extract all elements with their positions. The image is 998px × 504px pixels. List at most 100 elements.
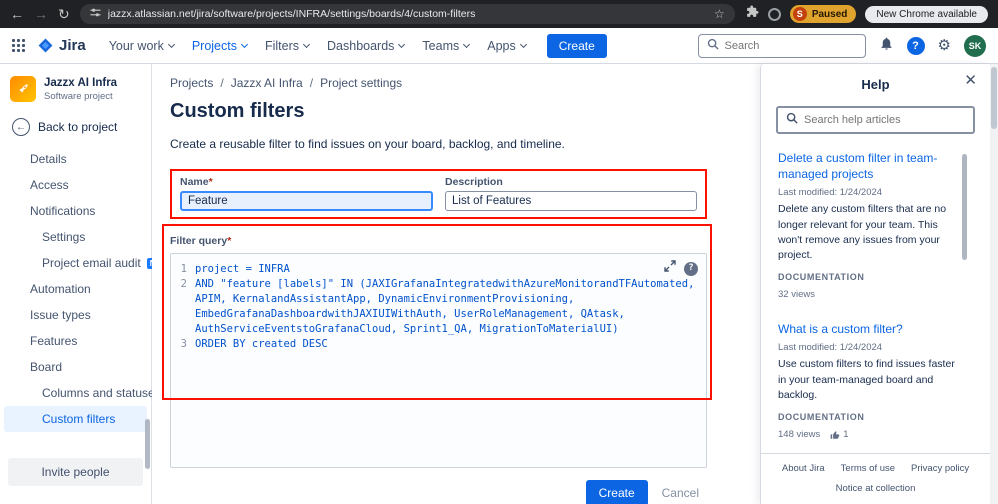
jql-code: ORDER BY created DESC: [195, 338, 328, 350]
jira-logo-icon: [38, 38, 53, 53]
description-field[interactable]: [445, 191, 697, 211]
sidebar-item-details[interactable]: Details: [4, 146, 147, 172]
page-scrollbar-thumb[interactable]: [991, 67, 997, 129]
breadcrumb-projects[interactable]: Projects: [170, 76, 213, 90]
jira-logo[interactable]: Jira: [37, 37, 86, 54]
project-name: Jazzx AI Infra: [44, 77, 118, 90]
annotation-box-fields: Name* Description: [170, 169, 707, 219]
jira-wordmark: Jira: [59, 37, 86, 54]
required-asterisk: *: [208, 176, 213, 188]
search-icon: [786, 111, 798, 129]
expand-editor-icon[interactable]: [664, 260, 676, 277]
settings-menu: Details Access Notifications Settings Pr…: [0, 146, 173, 450]
browser-actions: S Paused New Chrome available: [746, 5, 988, 23]
privacy-policy-link[interactable]: Privacy policy: [911, 463, 969, 474]
url-text[interactable]: jazzx.atlassian.net/jira/software/projec…: [108, 8, 707, 20]
article-link[interactable]: What is a custom filter?: [778, 321, 960, 337]
article-body: Use custom filters to find issues faster…: [778, 358, 955, 401]
sidebar-item-access[interactable]: Access: [4, 172, 147, 198]
breadcrumb-project[interactable]: Jazzx AI Infra: [213, 76, 303, 90]
settings-gear-icon[interactable]: ⚙: [938, 38, 951, 53]
browser-profile-icon[interactable]: [767, 7, 781, 21]
sidebar-item-notifications[interactable]: Notifications: [4, 198, 147, 224]
back-to-project[interactable]: ← Back to project: [0, 118, 151, 136]
sidebar-item-project-email-audit[interactable]: Project email auditNEW: [4, 250, 173, 276]
address-bar[interactable]: jazzx.atlassian.net/jira/software/projec…: [79, 4, 735, 24]
invite-people-button[interactable]: Invite people: [8, 458, 143, 486]
jql-line: 2 AND "feature [labels]" IN (JAXIGrafana…: [175, 277, 698, 337]
article-tag: DOCUMENTATION: [778, 412, 865, 423]
sidebar-item-board[interactable]: Board: [4, 354, 147, 380]
article-tag: DOCUMENTATION: [778, 272, 865, 283]
help-panel: Help ✕ Delete a custom filter in team-ma…: [760, 64, 990, 504]
name-field[interactable]: [180, 191, 433, 211]
chevron-down-icon: [519, 40, 527, 48]
bookmark-star-icon[interactable]: ☆: [714, 7, 725, 21]
browser-toolbar: ← → ↻ jazzx.atlassian.net/jira/software/…: [0, 0, 998, 28]
browser-forward-icon[interactable]: →: [34, 7, 48, 21]
sync-paused-badge[interactable]: S Paused: [789, 5, 857, 23]
sidebar-item-issue-types[interactable]: Issue types: [4, 302, 147, 328]
main-content: Projects Jazzx AI Infra Project settings…: [152, 64, 760, 504]
jql-line: 3 ORDER BY created DESC: [175, 337, 698, 352]
article-views: 32 views: [778, 289, 815, 301]
paused-label: Paused: [811, 8, 848, 20]
query-help-icon[interactable]: ?: [684, 261, 698, 276]
global-search[interactable]: [697, 33, 866, 58]
custom-filter-form: Name* Description Filter query* 1 pro: [162, 169, 712, 504]
notifications-bell-icon[interactable]: [879, 36, 894, 56]
nav-teams[interactable]: Teams: [417, 35, 474, 57]
sidebar-item-custom-filters[interactable]: Custom filters: [4, 406, 147, 432]
editor-tools: ?: [664, 260, 698, 277]
jira-top-nav: Jira Your work Projects Filters Dashboar…: [0, 28, 998, 64]
name-label: Name*: [180, 176, 213, 188]
article-views: 148 views: [778, 429, 821, 441]
create-filter-button[interactable]: Create: [585, 480, 648, 504]
help-article: What is a custom filter? Last modified: …: [778, 321, 960, 440]
project-avatar: [10, 76, 36, 102]
help-footer: About Jira Terms of use Privacy policy N…: [761, 453, 990, 504]
article-link[interactable]: Delete a custom filter in team-managed p…: [778, 150, 960, 182]
browser-back-icon[interactable]: ←: [10, 7, 24, 21]
project-settings-sidebar: Jazzx AI Infra Software project ← Back t…: [0, 64, 173, 504]
global-create-button[interactable]: Create: [546, 33, 607, 58]
new-chrome-available-button[interactable]: New Chrome available: [865, 5, 988, 23]
jql-code: project = INFRA: [195, 263, 290, 275]
breadcrumb-project-settings[interactable]: Project settings: [303, 76, 402, 90]
sidebar-item-automation[interactable]: Automation: [4, 276, 147, 302]
line-number: 2: [180, 278, 187, 290]
chevron-down-icon: [463, 40, 471, 48]
help-search-input[interactable]: [804, 114, 965, 126]
help-scrollbar[interactable]: [962, 154, 967, 260]
app-switcher-icon[interactable]: [12, 39, 25, 52]
help-search[interactable]: [776, 106, 975, 134]
nav-dashboards[interactable]: Dashboards: [322, 35, 409, 57]
search-icon: [707, 37, 719, 55]
jql-editor[interactable]: 1 project = INFRA 2 AND "feature [labels…: [170, 253, 707, 468]
article-body: Delete any custom filters that are no lo…: [778, 203, 947, 262]
global-search-input[interactable]: [724, 39, 857, 52]
sidebar-item-settings[interactable]: Settings: [4, 224, 147, 250]
about-jira-link[interactable]: About Jira: [782, 463, 825, 474]
site-info-icon[interactable]: [90, 5, 101, 23]
close-icon[interactable]: ✕: [964, 73, 977, 88]
page-title: Custom filters: [170, 100, 305, 122]
browser-reload-icon[interactable]: ↻: [58, 7, 70, 21]
project-type: Software project: [44, 90, 113, 102]
nav-apps[interactable]: Apps: [482, 35, 531, 57]
help-icon[interactable]: ?: [906, 36, 925, 55]
help-article-list: Delete a custom filter in team-managed p…: [761, 148, 990, 453]
sidebar-scrollbar[interactable]: [145, 419, 150, 469]
page-scrollbar[interactable]: [990, 64, 998, 504]
nav-projects[interactable]: Projects: [187, 35, 252, 57]
user-avatar[interactable]: SK: [964, 34, 986, 57]
line-number: 3: [180, 338, 187, 350]
extensions-puzzle-icon[interactable]: [746, 5, 759, 23]
notice-at-collection-link[interactable]: Notice at collection: [769, 483, 982, 494]
terms-of-use-link[interactable]: Terms of use: [841, 463, 895, 474]
sidebar-item-features[interactable]: Features: [4, 328, 147, 354]
sidebar-item-columns-and-statuses[interactable]: Columns and statuses: [4, 380, 161, 406]
nav-filters[interactable]: Filters: [260, 35, 314, 57]
nav-your-work[interactable]: Your work: [104, 35, 179, 57]
cancel-button[interactable]: Cancel: [654, 480, 707, 504]
